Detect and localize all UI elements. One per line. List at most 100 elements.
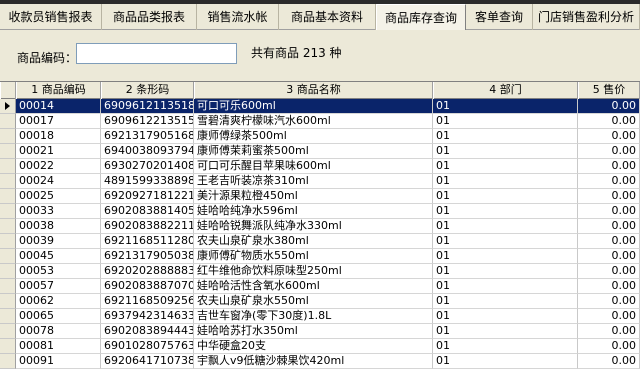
table-row[interactable]: 00024 4891599338898 王老吉听装凉茶310ml 01 0.00 [0, 174, 640, 189]
table-row[interactable]: 00014 6909612113518 可口可乐600ml 01 0.00 [0, 99, 640, 114]
table-cell[interactable]: 6921168509256 [101, 294, 194, 309]
table-cell[interactable]: 6902083881405 [101, 204, 194, 219]
table-cell[interactable]: 00081 [16, 339, 101, 354]
table-cell[interactable]: 00057 [16, 279, 101, 294]
table-row[interactable]: 00033 6902083881405 娃哈哈纯净水596ml 01 0.00 [0, 204, 640, 219]
table-cell[interactable]: 王老吉听装凉茶310ml [194, 174, 433, 189]
table-cell[interactable]: 0.00 [578, 219, 640, 234]
row-indicator[interactable] [0, 159, 16, 174]
table-cell[interactable]: 6909612113518 [101, 99, 194, 114]
table-cell[interactable]: 6902083887070 [101, 279, 194, 294]
row-indicator[interactable] [0, 249, 16, 264]
table-cell[interactable]: 0.00 [578, 264, 640, 279]
table-cell[interactable]: 6921317905038 [101, 249, 194, 264]
table-cell[interactable]: 01 [433, 129, 578, 144]
row-indicator[interactable] [0, 279, 16, 294]
table-cell[interactable]: 00039 [16, 234, 101, 249]
table-cell[interactable]: 01 [433, 234, 578, 249]
table-cell[interactable]: 0.00 [578, 159, 640, 174]
table-cell[interactable]: 0.00 [578, 234, 640, 249]
table-cell[interactable]: 00033 [16, 204, 101, 219]
table-cell[interactable]: 4891599338898 [101, 174, 194, 189]
table-cell[interactable]: 6937942314633 [101, 309, 194, 324]
table-cell[interactable]: 农夫山泉矿泉水550ml [194, 294, 433, 309]
row-indicator[interactable] [0, 354, 16, 369]
column-header-2[interactable]: 2 条形码 [101, 82, 194, 99]
table-cell[interactable]: 01 [433, 159, 578, 174]
table-cell[interactable]: 0.00 [578, 249, 640, 264]
table-row[interactable]: 00022 6930270201408 可口可乐醒目苹果味600ml 01 0.00 [0, 159, 640, 174]
table-cell[interactable]: 6901028075763 [101, 339, 194, 354]
table-cell[interactable]: 00045 [16, 249, 101, 264]
table-row[interactable]: 00091 6920641710738 宇飘人v9低糖沙棘果饮420ml 01 0.00 [0, 354, 640, 369]
table-cell[interactable]: 0.00 [578, 309, 640, 324]
table-cell[interactable]: 00018 [16, 129, 101, 144]
table-cell[interactable]: 0.00 [578, 114, 640, 129]
table-cell[interactable]: 01 [433, 339, 578, 354]
table-cell[interactable]: 6921317905168 [101, 129, 194, 144]
table-cell[interactable]: 娃哈哈活性含氧水600ml [194, 279, 433, 294]
table-cell[interactable]: 6920927181221 [101, 189, 194, 204]
row-indicator[interactable] [0, 324, 16, 339]
row-indicator[interactable] [0, 234, 16, 249]
table-cell[interactable]: 0.00 [578, 144, 640, 159]
row-indicator[interactable] [0, 129, 16, 144]
table-cell[interactable]: 00062 [16, 294, 101, 309]
table-cell[interactable]: 6940038093794 [101, 144, 194, 159]
table-cell[interactable]: 00017 [16, 114, 101, 129]
table-cell[interactable]: 00025 [16, 189, 101, 204]
row-indicator[interactable] [0, 219, 16, 234]
table-cell[interactable]: 01 [433, 324, 578, 339]
table-cell[interactable]: 00053 [16, 264, 101, 279]
table-row[interactable]: 00078 6902083894443 娃哈哈苏打水350ml 01 0.00 [0, 324, 640, 339]
column-header-3[interactable]: 3 商品名称 [194, 82, 433, 99]
table-cell[interactable]: 0.00 [578, 189, 640, 204]
product-code-input[interactable] [76, 43, 237, 64]
table-row[interactable]: 00057 6902083887070 娃哈哈活性含氧水600ml 01 0.00 [0, 279, 640, 294]
row-indicator[interactable] [0, 99, 16, 114]
table-cell[interactable]: 宇飘人v9低糖沙棘果饮420ml [194, 354, 433, 369]
table-cell[interactable]: 00091 [16, 354, 101, 369]
table-cell[interactable]: 01 [433, 249, 578, 264]
table-cell[interactable]: 01 [433, 114, 578, 129]
table-cell[interactable]: 0.00 [578, 339, 640, 354]
table-cell[interactable]: 01 [433, 279, 578, 294]
table-cell[interactable]: 红牛维他命饮料原味型250ml [194, 264, 433, 279]
table-cell[interactable]: 6902083894443 [101, 324, 194, 339]
table-cell[interactable]: 00024 [16, 174, 101, 189]
column-header-1[interactable]: 1 商品编码 [16, 82, 101, 99]
column-header-4[interactable]: 4 部门 [433, 82, 578, 99]
table-cell[interactable]: 吉世车窗净(零下30度)1.8L [194, 309, 433, 324]
table-row[interactable]: 00062 6921168509256 农夫山泉矿泉水550ml 01 0.00 [0, 294, 640, 309]
table-row[interactable]: 00045 6921317905038 康师傅矿物质水550ml 01 0.00 [0, 249, 640, 264]
table-cell[interactable]: 01 [433, 99, 578, 114]
table-cell[interactable]: 6902083882211 [101, 219, 194, 234]
tab-2[interactable]: 销售流水帐 [197, 4, 279, 30]
table-cell[interactable]: 娃哈哈锐舞派队纯净水330ml [194, 219, 433, 234]
table-cell[interactable]: 美汁源果粒橙450ml [194, 189, 433, 204]
table-cell[interactable]: 01 [433, 354, 578, 369]
table-cell[interactable]: 0.00 [578, 324, 640, 339]
table-cell[interactable]: 中华硬盒20支 [194, 339, 433, 354]
row-indicator[interactable] [0, 114, 16, 129]
table-row[interactable]: 00039 6921168511280 农夫山泉矿泉水380ml 01 0.00 [0, 234, 640, 249]
table-cell[interactable]: 0.00 [578, 279, 640, 294]
table-row[interactable]: 00053 6920202888883 红牛维他命饮料原味型250ml 01 0.00 [0, 264, 640, 279]
table-cell[interactable]: 01 [433, 264, 578, 279]
tab-4[interactable]: 商品库存查询 [376, 4, 466, 30]
table-cell[interactable]: 00038 [16, 219, 101, 234]
table-cell[interactable]: 01 [433, 294, 578, 309]
row-indicator[interactable] [0, 204, 16, 219]
row-indicator[interactable] [0, 189, 16, 204]
table-cell[interactable]: 可口可乐醒目苹果味600ml [194, 159, 433, 174]
table-cell[interactable]: 6920641710738 [101, 354, 194, 369]
table-cell[interactable]: 娃哈哈纯净水596ml [194, 204, 433, 219]
table-cell[interactable]: 0.00 [578, 99, 640, 114]
table-cell[interactable]: 00078 [16, 324, 101, 339]
table-cell[interactable]: 01 [433, 204, 578, 219]
row-indicator[interactable] [0, 144, 16, 159]
tab-3[interactable]: 商品基本资料 [279, 4, 376, 30]
tab-0[interactable]: 收款员销售报表 [0, 4, 102, 30]
table-cell[interactable]: 可口可乐600ml [194, 99, 433, 114]
table-cell[interactable]: 农夫山泉矿泉水380ml [194, 234, 433, 249]
